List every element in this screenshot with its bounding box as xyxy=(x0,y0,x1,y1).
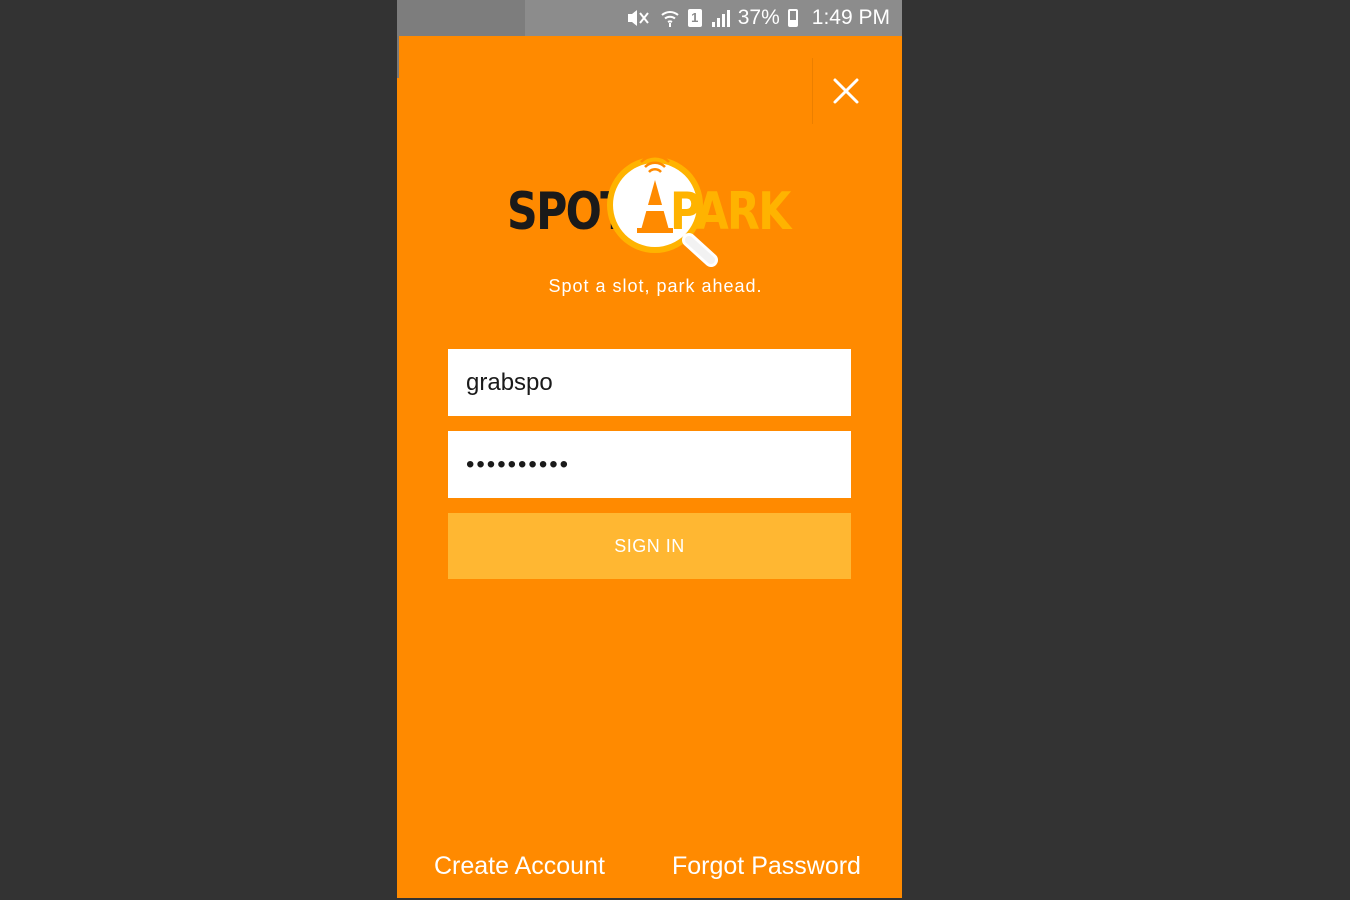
sign-in-button[interactable]: SIGN IN xyxy=(448,513,851,579)
battery-percent: 37% xyxy=(737,6,780,29)
phone-screen: 1 37% 1:49 PM SPOTT PARK Spot a slot, pa… xyxy=(397,0,902,898)
battery-icon xyxy=(787,9,798,27)
status-bar: 1 37% 1:49 PM xyxy=(397,0,902,36)
status-bar-notification-area xyxy=(397,0,525,36)
logo-text-park: PARK xyxy=(670,182,791,242)
close-icon xyxy=(833,78,859,104)
tagline: Spot a slot, park ahead. xyxy=(548,276,763,296)
status-indicators: 1 37% 1:49 PM xyxy=(624,4,890,32)
close-button[interactable] xyxy=(827,72,865,110)
sim-icon: 1 xyxy=(687,9,702,27)
status-bar-edge xyxy=(397,36,399,78)
mute-icon xyxy=(624,8,652,28)
username-input[interactable] xyxy=(448,349,851,416)
forgot-password-link[interactable]: Forgot Password xyxy=(672,852,861,881)
password-input[interactable] xyxy=(448,431,851,498)
create-account-link[interactable]: Create Account xyxy=(434,852,605,881)
brand-logo: SPOTT PARK xyxy=(507,150,797,270)
clock: 1:49 PM xyxy=(811,6,890,29)
header-divider xyxy=(812,58,813,124)
signal-icon xyxy=(710,8,730,28)
wifi-icon xyxy=(660,8,680,28)
